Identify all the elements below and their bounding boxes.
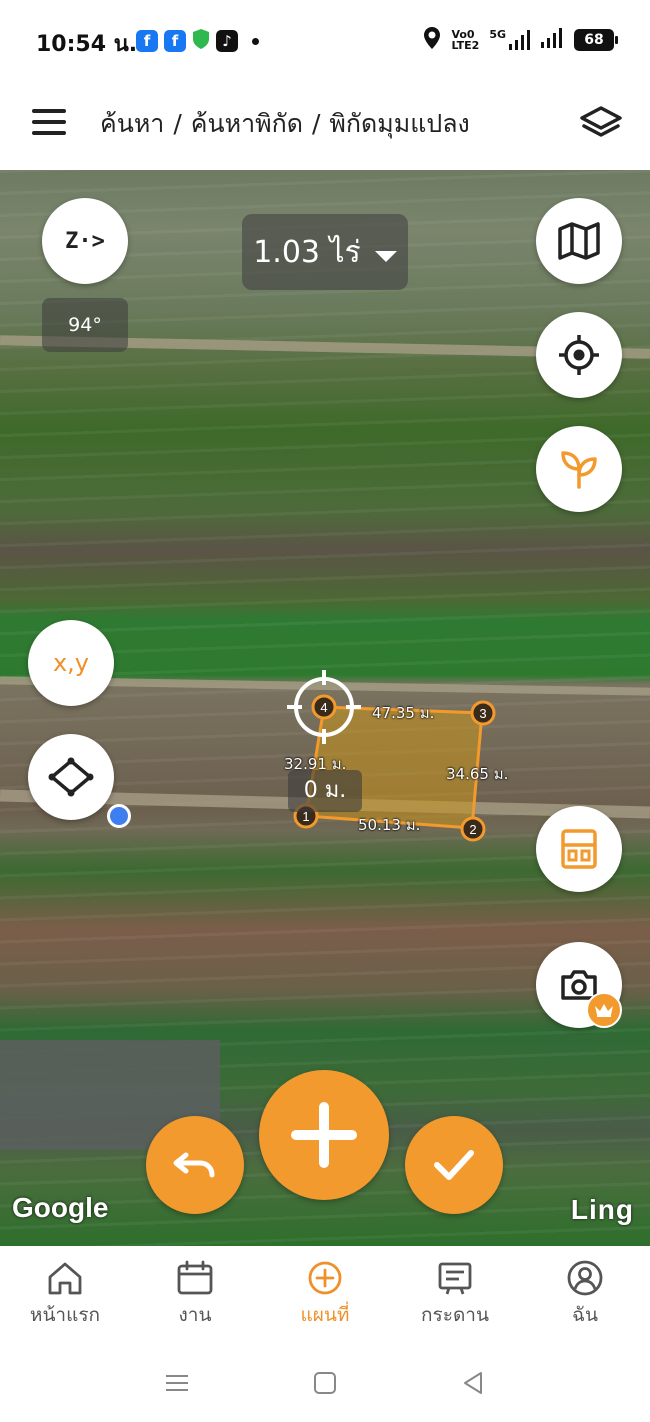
nav-home[interactable]: หน้าแรก (0, 1246, 130, 1342)
recent-apps-icon[interactable] (164, 1370, 190, 1396)
add-point-button[interactable] (259, 1070, 389, 1200)
signal-icon (540, 27, 564, 53)
plus-icon (291, 1102, 357, 1168)
svg-text:4: 4 (320, 700, 327, 715)
side-length-top: 47.35 ม. (372, 704, 435, 722)
nav-tasks[interactable]: งาน (130, 1246, 260, 1342)
app-header: ค้นหา / ค้นหาพิกัด / พิกัดมุมแปลง (0, 80, 650, 170)
satellite-map[interactable]: Z·> 94° 1.03 ไร่ x,y 1 2 3 4 47.35 ม. 34… (0, 170, 650, 1246)
breadcrumb-search-coordinates[interactable]: ค้นหาพิกัด (191, 109, 303, 138)
location-icon (423, 26, 441, 54)
plus-circle-icon (308, 1261, 342, 1295)
vertex-3: 3 (470, 700, 496, 726)
volte-indicator: Vo0 LTE2 (451, 28, 480, 52)
check-icon (434, 1150, 474, 1180)
system-navigation-bar (0, 1342, 650, 1422)
side-length-right: 34.65 ม. (446, 765, 509, 783)
provider-label: Ling (570, 1194, 634, 1225)
notification-icons: f f ♪ (136, 28, 259, 54)
breadcrumb: ค้นหา / ค้นหาพิกัด / พิกัดมุมแปลง (100, 109, 470, 138)
status-time: 10:54 น. (36, 32, 138, 57)
profile-icon (567, 1260, 603, 1296)
nav-map[interactable]: แผนที่ (260, 1246, 390, 1342)
layers-button[interactable] (578, 102, 624, 146)
layers-icon (580, 106, 622, 137)
facebook-icon: f (164, 30, 186, 52)
facebook-icon: f (136, 30, 158, 52)
shield-icon (192, 28, 210, 54)
nav-profile[interactable]: ฉัน (520, 1246, 650, 1342)
undo-icon (173, 1152, 215, 1178)
tiktok-icon: ♪ (216, 30, 238, 52)
svg-text:2: 2 (469, 822, 476, 837)
vertex-2: 2 (460, 816, 486, 842)
bottom-navigation: หน้าแรก งาน แผนที่ กระดาน ฉัน (0, 1246, 650, 1342)
more-notifications-dot (252, 37, 259, 45)
breadcrumb-plot-corners: พิกัดมุมแปลง (329, 109, 470, 138)
google-logo: Google (12, 1192, 109, 1223)
back-icon[interactable] (460, 1370, 486, 1396)
side-length-bottom: 50.13 ม. (358, 816, 421, 834)
nav-board[interactable]: กระดาน (390, 1246, 520, 1342)
calendar-icon (177, 1260, 213, 1295)
menu-button[interactable] (32, 109, 68, 139)
battery-icon: 68 (574, 29, 618, 51)
board-icon (438, 1262, 472, 1295)
signal-5g-icon: 5G (489, 29, 530, 51)
svg-text:3: 3 (479, 706, 486, 721)
undo-button[interactable] (146, 1116, 244, 1214)
home-button-icon[interactable] (312, 1370, 338, 1396)
status-indicators: Vo0 LTE2 5G 68 (423, 26, 618, 54)
breadcrumb-search[interactable]: ค้นหา (100, 109, 164, 138)
perimeter-label: 0 ม. (288, 770, 362, 812)
confirm-button[interactable] (405, 1116, 503, 1214)
status-bar: 10:54 น. f f ♪ Vo0 LTE2 5G 68 (0, 0, 650, 80)
home-icon (48, 1262, 82, 1295)
